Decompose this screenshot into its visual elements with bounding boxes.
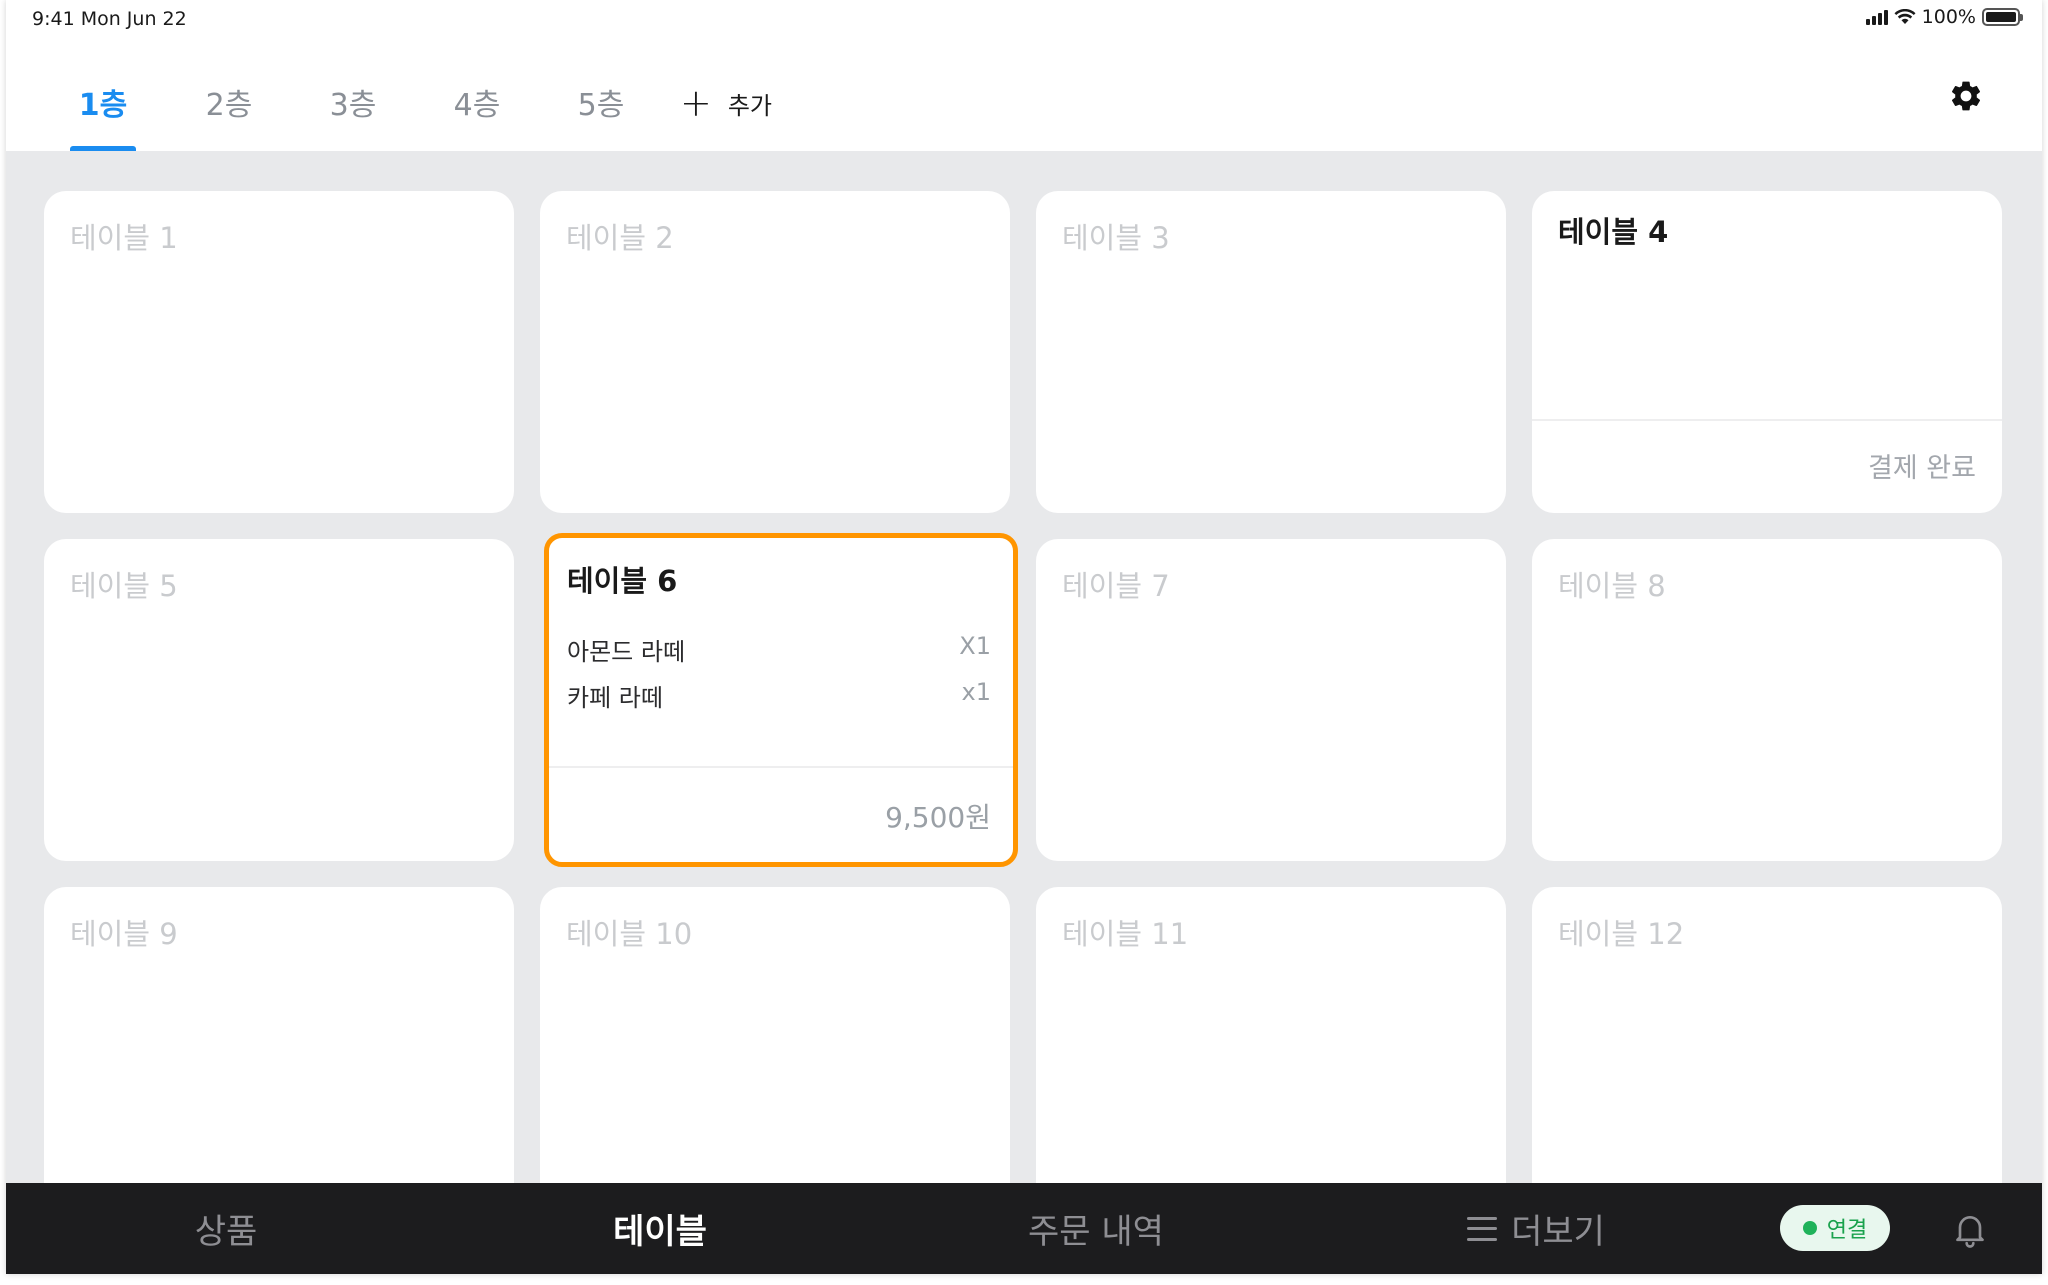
nav-tables[interactable]: 테이블 [550,1183,770,1274]
payment-status: 결제 완료 [1868,453,1976,484]
status-dot [1802,1221,1817,1235]
tab-floor-4-label: 4층 [453,88,501,123]
order-total: 9,500원 [885,801,991,834]
cellular-signal-icon [1865,9,1888,25]
connection-status-badge[interactable]: 연결 [1780,1205,1890,1251]
device-frame: 9:41 Mon Jun 22 100% 1층 2층 3층 4층 5층 + 추가… [6,0,2042,1274]
table-grid: 테이블 1 테이블 2 테이블 3 테이블 4 결제 완료 테이블 5 테이블 … [6,151,2042,1183]
nav-products-label: 상품 [194,1212,258,1252]
table-card[interactable]: 테이블 1 [44,191,514,513]
tab-floor-4[interactable]: 4층 [444,80,510,151]
table-name: 테이블 1 [70,221,178,255]
status-bar: 9:41 Mon Jun 22 100% [6,0,2042,40]
nav-more-label: 더보기 [1511,1212,1605,1252]
nav-more[interactable]: 더보기 [1426,1183,1646,1274]
table-card[interactable]: 테이블 8 [1532,539,2002,861]
table-card[interactable]: 테이블 2 [540,191,1010,513]
table-name: 테이블 3 [1062,221,1170,255]
status-time: 9:41 Mon Jun 22 [32,8,187,30]
floor-tab-bar: 1층 2층 3층 4층 5층 + 추가 [6,40,2042,151]
table-name: 테이블 11 [1062,917,1189,951]
tab-floor-1-label: 1층 [78,88,128,123]
table-card-paid[interactable]: 테이블 4 결제 완료 [1532,191,2002,513]
table-card-selected[interactable]: 테이블 6 아몬드 라떼 X1 카페 라떼 x1 9,500원 [544,533,1018,867]
table-name: 테이블 8 [1558,569,1666,603]
bottom-navigation: 상품 테이블 주문 내역 더보기 연결 [6,1183,2042,1274]
menu-icon [1467,1216,1498,1241]
order-item-name: 카페 라떼 [567,684,663,712]
nav-orders[interactable]: 주문 내역 [966,1183,1226,1274]
table-card[interactable]: 테이블 3 [1036,191,1506,513]
wifi-icon [1894,9,1916,24]
table-card[interactable]: 테이블 12 [1532,887,2002,1183]
add-floor-button[interactable]: + 추가 [680,84,772,122]
table-name: 테이블 7 [1062,569,1170,603]
table-card[interactable]: 테이블 9 [44,887,514,1183]
gear-icon[interactable] [1948,78,1984,114]
table-card[interactable]: 테이블 7 [1036,539,1506,861]
status-indicators: 100% [1865,6,2023,28]
table-card[interactable]: 테이블 11 [1036,887,1506,1183]
nav-products[interactable]: 상품 [116,1183,336,1274]
order-item-qty: X1 [959,632,991,660]
order-item: 카페 라떼 x1 [567,678,991,713]
nav-tables-label: 테이블 [613,1212,707,1252]
table-card[interactable]: 테이블 5 [44,539,514,861]
plus-icon: + [680,81,712,125]
table-card[interactable]: 테이블 10 [540,887,1010,1183]
table-name: 테이블 6 [567,564,678,598]
table-name: 테이블 4 [1558,215,1669,249]
tab-floor-1[interactable]: 1층 [70,80,136,151]
table-name: 테이블 12 [1558,917,1685,951]
connection-label: 연결 [1826,1218,1868,1243]
tab-floor-3-label: 3층 [329,88,377,123]
tab-floor-5-label: 5층 [577,88,625,123]
table-name: 테이블 2 [566,221,674,255]
order-item: 아몬드 라떼 X1 [567,632,991,667]
card-divider [1532,419,2002,421]
order-item-qty: x1 [961,678,991,706]
add-floor-label: 추가 [727,91,773,120]
card-divider [549,766,1013,768]
tab-floor-3[interactable]: 3층 [320,80,386,151]
table-name: 테이블 9 [70,917,178,951]
tab-floor-2[interactable]: 2층 [196,80,262,151]
battery-percentage: 100% [1921,6,1976,28]
tab-floor-5[interactable]: 5층 [568,80,634,151]
bell-icon[interactable] [1950,1209,1990,1249]
table-name: 테이블 5 [70,569,178,603]
nav-orders-label: 주문 내역 [1028,1212,1164,1252]
table-name: 테이블 10 [566,917,693,951]
battery-icon [1982,8,2023,26]
order-item-name: 아몬드 라떼 [567,638,686,666]
tab-floor-2-label: 2층 [205,88,253,123]
